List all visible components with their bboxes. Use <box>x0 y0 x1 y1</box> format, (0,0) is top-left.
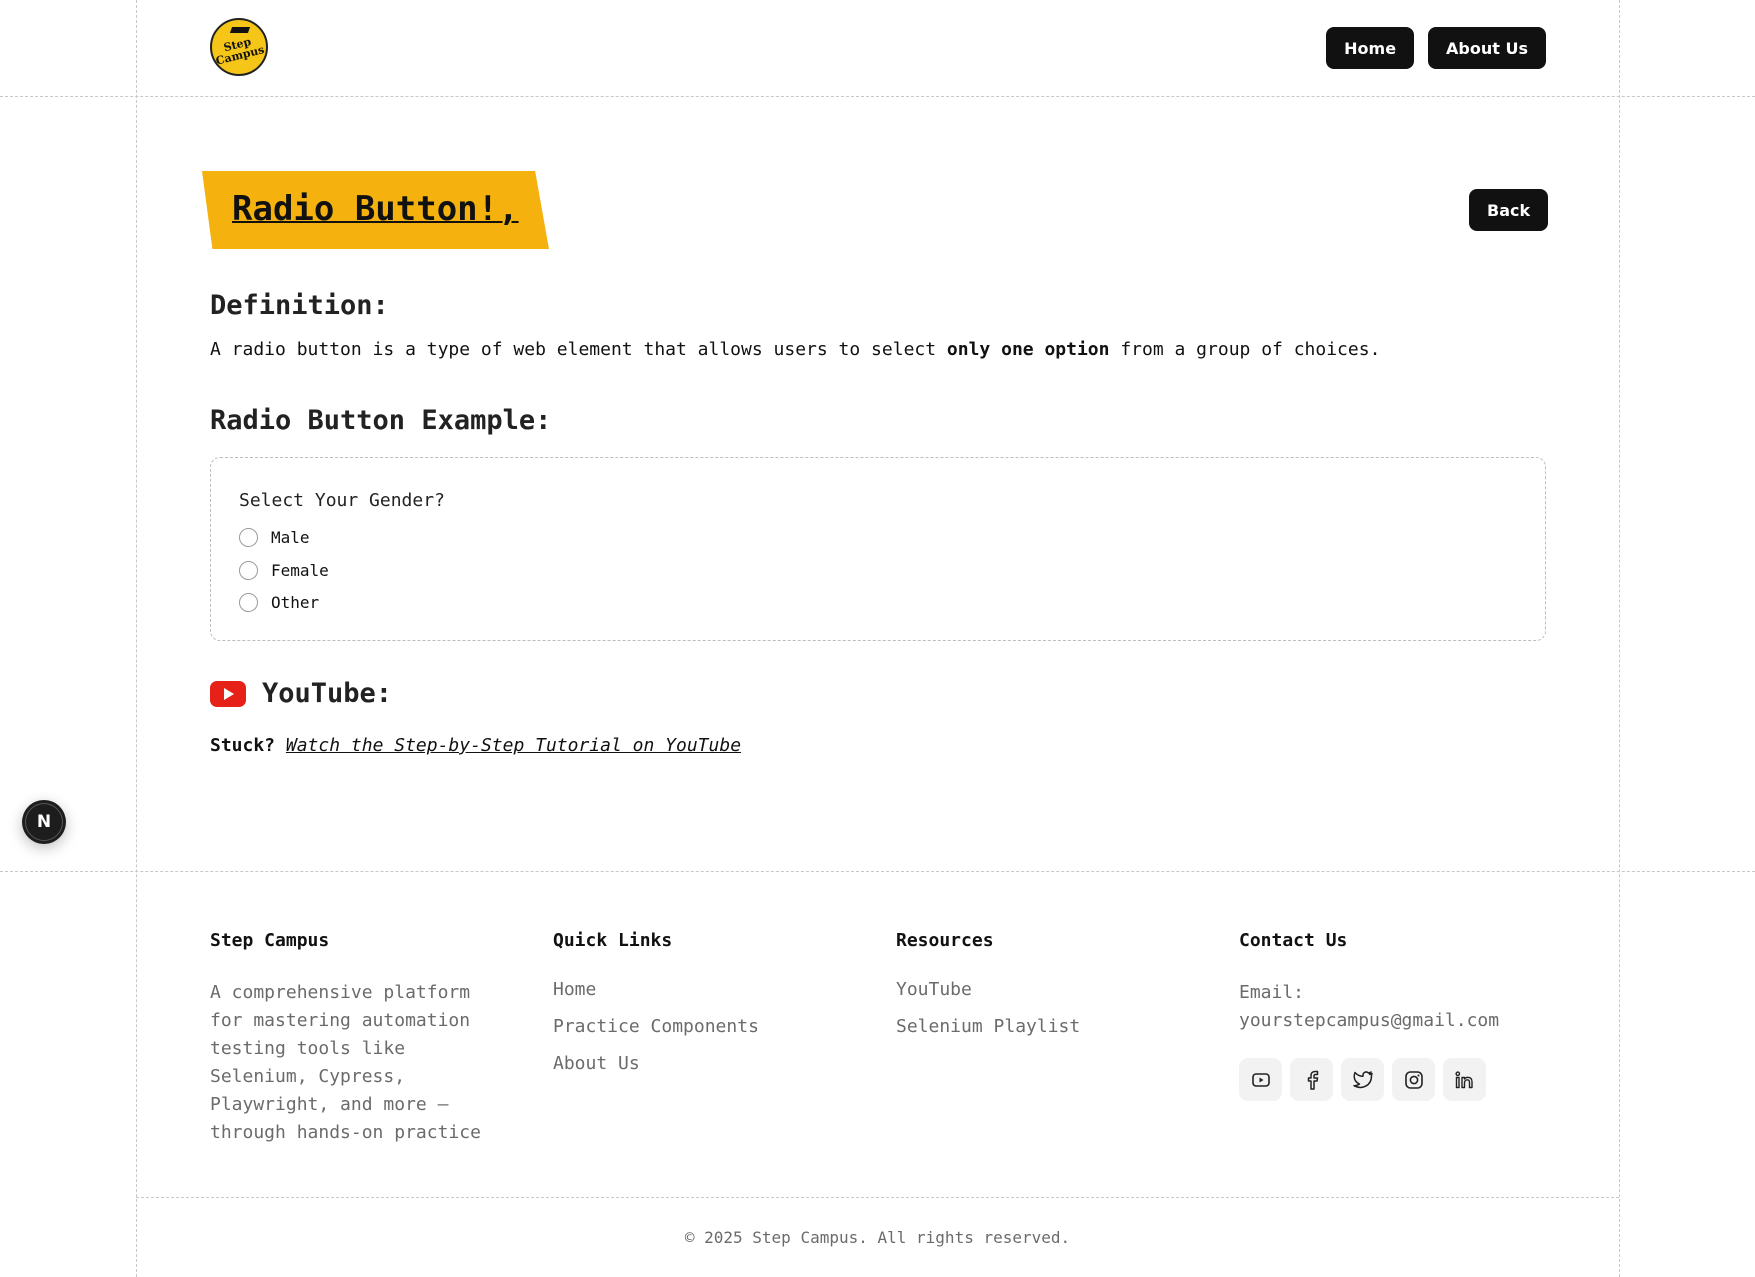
footer-contact-column: Contact Us Email: yourstepcampus@gmail.c… <box>1239 930 1499 1035</box>
footer-divider <box>0 871 1755 872</box>
footer-link-youtube[interactable]: YouTube <box>896 979 1080 1001</box>
footer-link-about-us[interactable]: About Us <box>553 1053 759 1075</box>
footer-brand-description: A comprehensive platform for mastering a… <box>210 982 481 1143</box>
definition-text: A radio button is a type of web element … <box>210 339 1381 360</box>
back-button[interactable]: Back <box>1469 189 1549 231</box>
footer-link-selenium-playlist[interactable]: Selenium Playlist <box>896 1016 1080 1038</box>
linkedin-icon[interactable] <box>1443 1058 1486 1101</box>
guide-line-right <box>1619 0 1620 1277</box>
example-heading: Radio Button Example: <box>210 405 552 436</box>
graduation-cap-icon <box>229 27 251 33</box>
step-campus-logo[interactable]: Step Campus <box>210 18 268 76</box>
radio-option-other[interactable]: Other <box>239 593 319 612</box>
contact-email: Email: yourstepcampus@gmail.com <box>1239 982 1500 1031</box>
radio-input-male[interactable] <box>239 528 258 547</box>
footer-brand-column: Step Campus A comprehensive platform for… <box>210 930 510 1147</box>
social-links <box>1239 1058 1486 1101</box>
footer-link-practice-components[interactable]: Practice Components <box>553 1016 759 1038</box>
youtube-icon <box>210 680 246 707</box>
tutorial-line: Stuck? Watch the Step-by-Step Tutorial o… <box>210 735 741 756</box>
page-title-banner: Radio Button!, <box>202 171 549 249</box>
site-header: Step Campus Home About Us <box>136 0 1620 96</box>
quick-links-heading: Quick Links <box>553 930 673 951</box>
header-divider <box>0 96 1755 97</box>
footer-resources-column: Resources YouTube Selenium Playlist <box>896 930 1080 1053</box>
twitter-icon[interactable] <box>1341 1058 1384 1101</box>
top-nav: Home About Us <box>1326 27 1546 69</box>
definition-emphasis: only one option <box>946 339 1110 360</box>
radio-option-female[interactable]: Female <box>239 561 329 580</box>
dev-tools-badge[interactable]: N <box>22 800 66 844</box>
radio-input-female[interactable] <box>239 561 258 580</box>
footer-quick-links-column: Quick Links Home Practice Components Abo… <box>553 930 759 1090</box>
nav-home-button[interactable]: Home <box>1326 27 1415 69</box>
contact-heading: Contact Us <box>1239 930 1348 951</box>
radio-option-male[interactable]: Male <box>239 528 310 547</box>
youtube-icon[interactable] <box>1239 1058 1282 1101</box>
facebook-icon[interactable] <box>1290 1058 1333 1101</box>
radio-input-other[interactable] <box>239 593 258 612</box>
logo-text: Step Campus <box>214 35 266 68</box>
radio-example-card: Select Your Gender? Male Female Other <box>210 457 1546 641</box>
footer-link-home[interactable]: Home <box>553 979 759 1001</box>
radio-question: Select Your Gender? <box>239 490 445 511</box>
footer-brand-heading: Step Campus <box>210 930 330 951</box>
copyright-text: © 2025 Step Campus. All rights reserved. <box>684 1228 1071 1247</box>
guide-line-left <box>136 0 137 1277</box>
resources-heading: Resources <box>896 930 994 951</box>
copyright-divider <box>136 1197 1619 1198</box>
contact-email-address[interactable]: yourstepcampus@gmail.com <box>1239 1010 1499 1031</box>
youtube-section-heading: YouTube: <box>210 678 392 709</box>
page-title: Radio Button!, <box>232 189 519 229</box>
youtube-tutorial-link[interactable]: Watch the Step-by-Step Tutorial on YouTu… <box>286 735 741 756</box>
instagram-icon[interactable] <box>1392 1058 1435 1101</box>
definition-heading: Definition: <box>210 290 389 321</box>
nav-about-button[interactable]: About Us <box>1428 27 1546 69</box>
stuck-label: Stuck? <box>210 735 276 756</box>
